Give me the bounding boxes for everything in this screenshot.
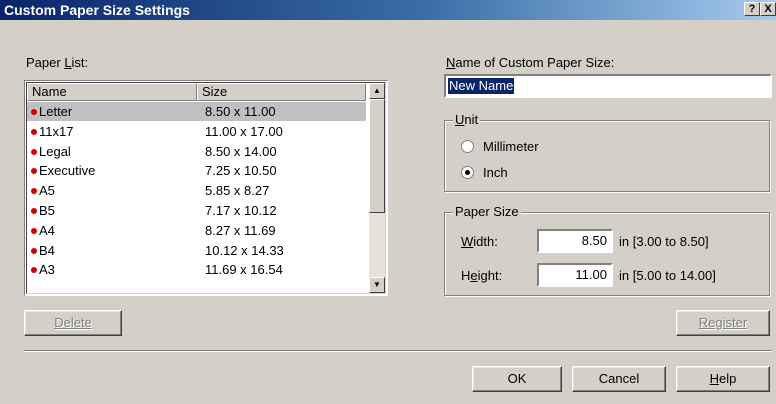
list-item[interactable]: B4 10.12 x 14.33 <box>27 241 366 260</box>
paper-size: 8.50 x 11.00 <box>205 104 276 119</box>
paper-bullet-icon <box>31 148 37 155</box>
paper-bullet-icon <box>31 188 37 195</box>
millimeter-label: Millimeter <box>483 139 539 154</box>
paper-bullet-icon <box>31 227 37 234</box>
list-item[interactable]: Executive 7.25 x 10.50 <box>27 161 366 180</box>
separator <box>24 350 772 352</box>
column-header-size[interactable]: Size <box>197 83 366 101</box>
paper-name: Legal <box>39 143 71 159</box>
height-label: Height: <box>461 268 503 283</box>
paper-size: 11.00 x 17.00 <box>205 123 283 139</box>
paper-bullet-icon <box>31 168 37 175</box>
paper-list[interactable]: Name Size Letter 8.50 x 11.00 11x17 11.00 x… <box>24 80 388 296</box>
paper-bullet-icon <box>31 267 37 274</box>
name-field-label: Name of Custom Paper Size: <box>446 55 615 70</box>
paper-bullet-icon <box>31 128 37 135</box>
list-item[interactable]: B5 7.17 x 10.12 <box>27 201 366 220</box>
unit-group: Unit Millimeter Inch <box>444 112 770 192</box>
paper-list-label: Paper List: <box>26 55 89 70</box>
delete-button[interactable]: Delete <box>24 310 122 336</box>
unit-group-label: Unit <box>453 112 481 127</box>
paper-size-group: Paper Size Width: 8.50 in [3.00 to 8.50]… <box>444 204 770 296</box>
list-item[interactable]: A5 5.85 x 8.27 <box>27 181 366 200</box>
width-label: Width: <box>461 234 498 249</box>
scroll-down-button[interactable]: ▼ <box>369 277 385 293</box>
list-item[interactable]: Letter 8.50 x 11.00 <box>27 102 366 121</box>
ok-button[interactable]: OK <box>472 366 562 392</box>
height-range-label: in [5.00 to 14.00] <box>619 268 716 283</box>
help-button[interactable]: Help <box>676 366 770 392</box>
list-item[interactable]: 11x17 11.00 x 17.00 <box>27 122 366 141</box>
list-item[interactable]: Legal 8.50 x 14.00 <box>27 142 366 161</box>
paper-name: A5 <box>39 183 55 199</box>
window-title: Custom Paper Size Settings <box>4 2 190 18</box>
title-bar: Custom Paper Size Settings ? X <box>0 0 776 20</box>
name-field[interactable]: New Name <box>444 74 772 98</box>
list-item[interactable]: A3 11.69 x 16.54 <box>27 260 366 279</box>
paper-bullet-icon <box>31 208 37 214</box>
width-range-label: in [3.00 to 8.50] <box>619 234 709 249</box>
inch-label: Inch <box>483 165 508 180</box>
paper-name: A4 <box>39 222 55 238</box>
paper-size-group-label: Paper Size <box>453 204 521 219</box>
paper-name: Letter <box>39 104 73 119</box>
close-title-button[interactable]: X <box>760 2 776 16</box>
paper-size: 11.69 x 16.54 <box>205 262 283 278</box>
paper-name: B5 <box>39 203 55 218</box>
paper-bullet-icon <box>31 247 37 254</box>
help-title-button[interactable]: ? <box>744 2 760 16</box>
inch-radio[interactable] <box>461 166 474 179</box>
width-field[interactable]: 8.50 <box>537 229 613 253</box>
paper-size: 7.25 x 10.50 <box>205 163 277 179</box>
cancel-button[interactable]: Cancel <box>572 366 666 392</box>
paper-size: 8.50 x 14.00 <box>205 143 277 159</box>
height-field[interactable]: 11.00 <box>537 263 613 287</box>
scroll-up-button[interactable]: ▲ <box>369 83 385 99</box>
list-scrollbar[interactable]: ▲ ▼ <box>369 83 385 293</box>
paper-size: 5.85 x 8.27 <box>205 183 270 199</box>
register-button[interactable]: Register <box>676 310 770 336</box>
millimeter-radio[interactable] <box>461 140 474 153</box>
column-header-name[interactable]: Name <box>27 83 197 101</box>
paper-name: A3 <box>39 262 55 278</box>
paper-size: 10.12 x 14.33 <box>205 242 284 258</box>
paper-size: 7.17 x 10.12 <box>205 203 277 218</box>
paper-name: Executive <box>39 163 96 179</box>
list-item[interactable]: A4 8.27 x 11.69 <box>27 221 366 240</box>
scroll-thumb[interactable] <box>369 99 385 213</box>
paper-name: 11x17 <box>39 123 74 139</box>
dialog-window: Custom Paper Size Settings ? X Paper Lis… <box>0 0 776 404</box>
paper-bullet-icon <box>31 109 37 115</box>
paper-size: 8.27 x 11.69 <box>205 222 276 238</box>
paper-name: B4 <box>39 242 55 258</box>
